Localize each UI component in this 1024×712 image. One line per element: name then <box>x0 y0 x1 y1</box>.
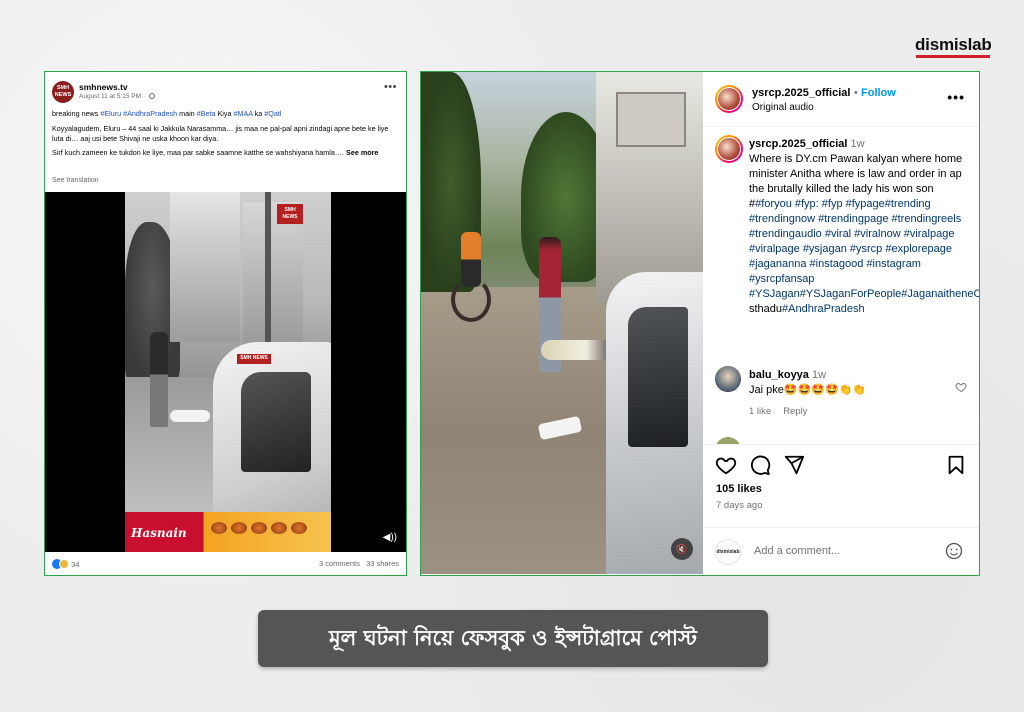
follow-button[interactable]: Follow <box>861 87 896 99</box>
hashtag-link[interactable]: #Eluru #AndhraPradesh <box>100 109 177 118</box>
caption: ysrcp.2025_official 1w Where is DY.cm Paw… <box>749 137 979 317</box>
reel-video[interactable]: 🔇 <box>421 72 703 574</box>
posted-time: 7 days ago <box>716 500 763 511</box>
bookmark-icon[interactable] <box>945 454 967 476</box>
text-fragment: Sirf kuch zameen ke tukdon ke liye, maa … <box>52 148 345 157</box>
car-window-shape <box>241 372 311 472</box>
shares-count-link[interactable]: 33 shares <box>366 559 399 568</box>
reaction-count: 34 <box>71 560 80 569</box>
post-text-line1: breaking news #Eluru #AndhraPradesh main… <box>52 109 397 119</box>
likes-count[interactable]: 105 likes <box>716 483 762 495</box>
video-player[interactable]: SMH NEWS SMH NEWS Hasnain ◀)) <box>45 192 406 552</box>
facebook-post-screenshot: SMH NEWS smhnews.tv August 11 at 5:15 PM… <box>44 71 407 576</box>
comment-likes[interactable]: 1 like <box>749 406 771 417</box>
action-bar: 105 likes 7 days ago dismislab Add a com… <box>703 444 979 574</box>
food-image <box>231 522 247 534</box>
more-options-icon[interactable]: ••• <box>947 89 965 105</box>
food-image <box>271 522 287 534</box>
comment-username[interactable]: balu_koyya <box>749 369 809 381</box>
hashtag-link[interactable]: #Qatl <box>264 109 281 118</box>
brand-underline <box>916 55 990 58</box>
avatar[interactable] <box>715 85 743 113</box>
comment-text: Jai pke🤩🤩🤩🤩👏👏 <box>749 384 867 396</box>
post-text-line2: Koyyalagudem, Eluru – 44 saal ki Jakkula… <box>52 124 389 143</box>
hashtag-link[interactable]: #MAA <box>233 109 252 118</box>
food-image <box>211 522 227 534</box>
text-fragment: main <box>179 109 195 118</box>
see-translation-link[interactable]: See translation <box>52 177 99 184</box>
page-name[interactable]: smhnews.tv <box>79 82 128 92</box>
ad-brand-name: Hasnain <box>131 526 187 540</box>
caption-avatar[interactable] <box>715 135 743 163</box>
bicycle-shape <box>451 277 491 322</box>
add-comment-input[interactable]: Add a comment... <box>754 545 840 557</box>
wow-reaction-icon <box>59 559 69 569</box>
restaurant-ad-banner: Hasnain <box>125 512 331 552</box>
separator-dot: • <box>854 87 858 99</box>
building-shape <box>170 192 240 342</box>
reply-button[interactable]: Reply <box>783 406 807 417</box>
victim-shape <box>170 410 210 422</box>
more-options-icon[interactable]: ••• <box>384 81 397 93</box>
video-frame: SMH NEWS SMH NEWS <box>125 192 331 552</box>
mute-icon[interactable]: 🔇 <box>671 538 693 560</box>
caption-time: 1w <box>850 138 865 150</box>
post-date[interactable]: August 11 at 5:15 PM · <box>79 93 155 100</box>
building-window-shape <box>616 92 686 147</box>
heart-icon[interactable] <box>715 454 737 476</box>
text-fragment: Kiya <box>217 109 232 118</box>
comment-time: 1w <box>811 369 827 381</box>
caption-hashtags[interactable]: #foryou #fyp: #fyp #fypage#trending #tre… <box>749 198 979 300</box>
comment: balu_koyya 1w Jai pke🤩🤩🤩🤩👏👏 <box>749 368 866 398</box>
reactions-summary[interactable]: 34 <box>52 559 79 569</box>
globe-icon <box>148 93 155 99</box>
post-footer: 34 3 comments 33 shares <box>45 552 406 575</box>
victim-shape <box>541 340 616 360</box>
food-image <box>251 522 267 534</box>
post-header: ysrcp.2025_official • Follow Original au… <box>703 72 979 127</box>
commenter-avatar[interactable] <box>715 366 741 392</box>
car-window-shape <box>628 307 688 447</box>
volume-icon[interactable]: ◀)) <box>383 532 397 543</box>
page-avatar[interactable]: SMH NEWS <box>52 81 74 103</box>
caption-banner: মূল ঘটনা নিয়ে ফেসবুক ও ইন্সটাগ্রামে পোস… <box>258 610 768 667</box>
instagram-post-screenshot: 🔇 ysrcp.2025_official • Follow Original … <box>420 71 980 576</box>
post-date-text: August 11 at 5:15 PM <box>79 93 142 100</box>
post-text-line3: Sirf kuch zameen ke tukdon ke liye, maa … <box>52 148 397 158</box>
emoji-icon[interactable] <box>945 542 963 560</box>
food-image <box>291 522 307 534</box>
breaking-news-text: breaking news <box>52 109 99 118</box>
car-shape <box>606 272 703 574</box>
caption-tail-hashtag[interactable]: #AndhraPradesh <box>782 303 865 315</box>
person-shape <box>150 332 168 427</box>
post-sidebar: ysrcp.2025_official • Follow Original au… <box>703 72 979 574</box>
caption-tail-text: sthadu <box>749 303 783 315</box>
comment-icon[interactable] <box>749 454 771 476</box>
hashtag-link[interactable]: #Beta <box>197 109 216 118</box>
comment-meta: 1 like Reply <box>749 406 819 417</box>
current-user-avatar: dismislab <box>715 539 741 565</box>
comment-like-heart-icon[interactable] <box>955 381 967 393</box>
caption-username[interactable]: ysrcp.2025_official <box>749 138 847 150</box>
see-more-link[interactable]: See more <box>346 148 378 157</box>
brand-logo: dismislab <box>915 35 992 54</box>
audio-link[interactable]: Original audio <box>752 102 814 113</box>
news-watermark: SMH NEWS <box>277 204 303 224</box>
username-link[interactable]: ysrcp.2025_official <box>752 87 850 99</box>
share-icon[interactable] <box>783 454 805 476</box>
add-comment-row: dismislab Add a comment... <box>703 527 979 575</box>
news-watermark: SMH NEWS <box>237 354 271 364</box>
text-fragment: ka <box>254 109 263 118</box>
comments-count-link[interactable]: 3 comments <box>319 559 360 568</box>
